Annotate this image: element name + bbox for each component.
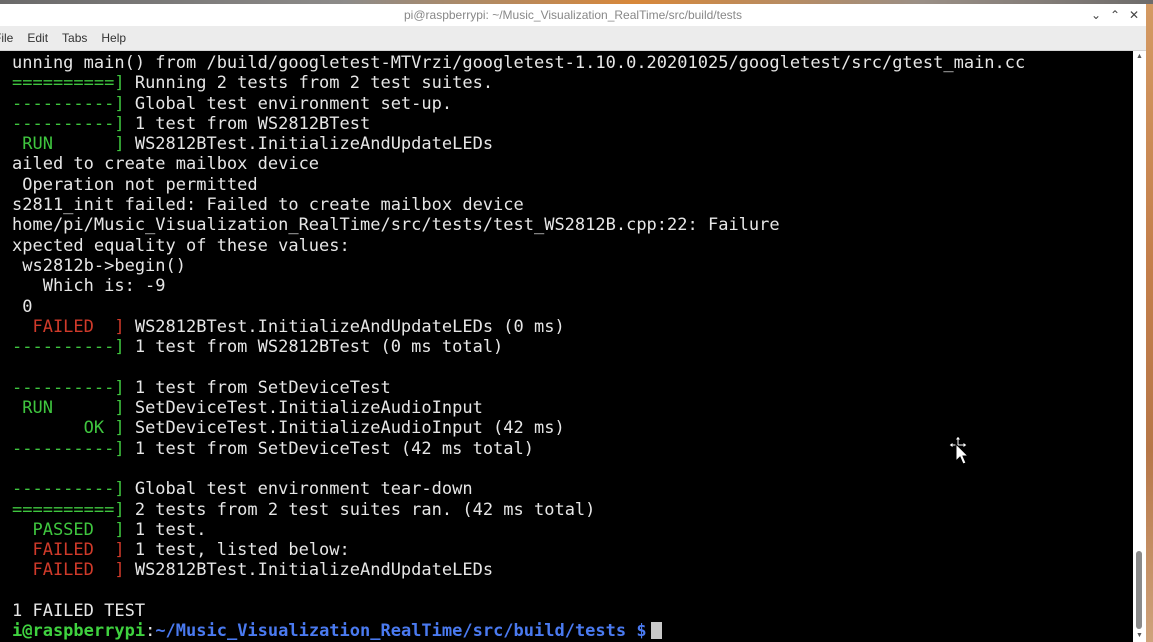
terminal-line: i@raspberrypi:~/Music_Visualization_Real… xyxy=(12,621,1025,641)
title-bar[interactable]: pi@raspberrypi: ~/Music_Visualization_Re… xyxy=(0,4,1146,26)
scroll-down-icon[interactable]: ▼ xyxy=(1133,630,1146,642)
terminal-line: Which is: -9 xyxy=(12,276,1025,296)
terminal-line: home/pi/Music_Visualization_RealTime/src… xyxy=(12,215,1025,235)
terminal-text: Which is: -9 xyxy=(12,276,166,297)
minimize-icon[interactable]: ⌄ xyxy=(1091,8,1101,22)
terminal-text: WS2812BTest.InitializeAndUpdateLEDs xyxy=(124,134,494,155)
terminal-lines: unning main() from /build/googletest-MTV… xyxy=(12,53,1025,642)
terminal-text: ----------] xyxy=(12,93,125,114)
terminal-text: 1 test from SetDeviceTest xyxy=(124,377,391,398)
terminal-text: 1 test. xyxy=(124,519,207,540)
terminal-line: ----------] Global test environment set-… xyxy=(12,94,1025,114)
terminal-line: 1 FAILED TEST xyxy=(12,601,1025,621)
scroll-up-icon[interactable]: ▲ xyxy=(1133,51,1146,63)
terminal-text: ailed to create mailbox device xyxy=(12,154,320,175)
terminal-line: ----------] 1 test from SetDeviceTest xyxy=(12,378,1025,398)
vertical-scrollbar[interactable]: ▲ ▼ xyxy=(1133,51,1146,642)
menu-tabs[interactable]: Tabs xyxy=(57,31,96,45)
terminal-text: 1 test from WS2812BTest (0 ms total) xyxy=(124,337,504,358)
terminal-text: ----------] xyxy=(12,377,125,398)
terminal-text: i@raspberrypi xyxy=(12,621,146,642)
terminal-text: Global test environment tear-down xyxy=(124,479,473,500)
terminal-text: ----------] xyxy=(12,438,125,459)
terminal-line: unning main() from /build/googletest-MTV… xyxy=(12,53,1025,73)
terminal-text: FAILED ] xyxy=(12,316,125,337)
terminal-text: ~/Music_Visualization_RealTime/src/build… xyxy=(155,621,647,642)
terminal-text: RUN ] xyxy=(12,134,125,155)
terminal-line: ws2812b->begin() xyxy=(12,256,1025,276)
terminal-text: FAILED ] xyxy=(12,540,125,561)
terminal-line: ailed to create mailbox device xyxy=(12,154,1025,174)
terminal-line: ==========] 2 tests from 2 test suites r… xyxy=(12,500,1025,520)
text-cursor xyxy=(650,622,662,640)
terminal-line: 0 xyxy=(12,297,1025,317)
terminal-text: ----------] xyxy=(12,337,125,358)
menu-bar: File Edit Tabs Help xyxy=(0,26,1146,51)
terminal-line: FAILED ] WS2812BTest.InitializeAndUpdate… xyxy=(12,317,1025,337)
terminal-text: 1 FAILED TEST xyxy=(12,601,146,622)
terminal-line: ----------] 1 test from SetDeviceTest (4… xyxy=(12,439,1025,459)
terminal-line: s2811_init failed: Failed to create mail… xyxy=(12,195,1025,215)
menu-edit[interactable]: Edit xyxy=(22,31,57,45)
terminal-line: FAILED ] 1 test, listed below: xyxy=(12,540,1025,560)
terminal-text: home/pi/Music_Visualization_RealTime/src… xyxy=(12,215,780,236)
terminal-line: FAILED ] WS2812BTest.InitializeAndUpdate… xyxy=(12,560,1025,580)
terminal-line: ==========] Running 2 tests from 2 test … xyxy=(12,73,1025,93)
terminal-text: unning main() from /build/googletest-MTV… xyxy=(12,53,1026,73)
close-icon[interactable]: ✕ xyxy=(1129,8,1139,22)
terminal-text: ----------] xyxy=(12,479,125,500)
terminal-text: FAILED ] xyxy=(12,560,125,581)
scrollbar-thumb[interactable] xyxy=(1136,551,1142,629)
terminal-line: ----------] Global test environment tear… xyxy=(12,479,1025,499)
terminal-line: Operation not permitted xyxy=(12,175,1025,195)
terminal-line: xpected equality of these values: xyxy=(12,236,1025,256)
window-title: pi@raspberrypi: ~/Music_Visualization_Re… xyxy=(404,8,742,22)
terminal-text: xpected equality of these values: xyxy=(12,235,350,256)
mouse-cursor-icon xyxy=(948,435,970,465)
terminal-line: RUN ] WS2812BTest.InitializeAndUpdateLED… xyxy=(12,134,1025,154)
terminal-text: ==========] xyxy=(12,499,125,520)
terminal-line: ----------] 1 test from WS2812BTest (0 m… xyxy=(12,337,1025,357)
terminal-text: 2 tests from 2 test suites ran. (42 ms t… xyxy=(124,499,596,520)
terminal-text: : xyxy=(145,621,156,642)
terminal-window: pi@raspberrypi: ~/Music_Visualization_Re… xyxy=(0,4,1146,642)
terminal-line: RUN ] SetDeviceTest.InitializeAudioInput xyxy=(12,398,1025,418)
terminal-text: SetDeviceTest.InitializeAudioInput (42 m… xyxy=(124,418,565,439)
terminal-text: 1 test, listed below: xyxy=(124,540,350,561)
menu-help[interactable]: Help xyxy=(96,31,135,45)
terminal-text: SetDeviceTest.InitializeAudioInput xyxy=(124,398,483,419)
terminal-text: OK ] xyxy=(12,418,125,439)
terminal-text: 1 test from SetDeviceTest (42 ms total) xyxy=(124,438,534,459)
window-controls: ⌄ ⌃ ✕ xyxy=(1091,6,1139,24)
terminal-text: Global test environment set-up. xyxy=(124,93,453,114)
terminal-text: Running 2 tests from 2 test suites. xyxy=(124,73,494,94)
terminal-text: ws2812b->begin() xyxy=(12,255,186,276)
terminal-text: 1 test from WS2812BTest xyxy=(124,113,371,134)
terminal-line: ----------] 1 test from WS2812BTest xyxy=(12,114,1025,134)
terminal-text: s2811_init failed: Failed to create mail… xyxy=(12,195,524,216)
terminal-line: OK ] SetDeviceTest.InitializeAudioInput … xyxy=(12,418,1025,438)
terminal-text: ==========] xyxy=(12,73,125,94)
terminal-text: ----------] xyxy=(12,113,125,134)
terminal-text: Operation not permitted xyxy=(12,174,258,195)
menu-file[interactable]: File xyxy=(0,31,22,45)
terminal-output[interactable]: unning main() from /build/googletest-MTV… xyxy=(0,51,1133,642)
terminal-text: 0 xyxy=(12,296,33,317)
terminal-text: WS2812BTest.InitializeAndUpdateLEDs xyxy=(124,560,494,581)
terminal-text: RUN ] xyxy=(12,398,125,419)
terminal-text: WS2812BTest.InitializeAndUpdateLEDs (0 m… xyxy=(124,316,565,337)
desktop-background-right xyxy=(1146,4,1153,642)
terminal-text: PASSED ] xyxy=(12,519,125,540)
maximize-icon[interactable]: ⌃ xyxy=(1110,8,1120,22)
terminal-line: PASSED ] 1 test. xyxy=(12,520,1025,540)
